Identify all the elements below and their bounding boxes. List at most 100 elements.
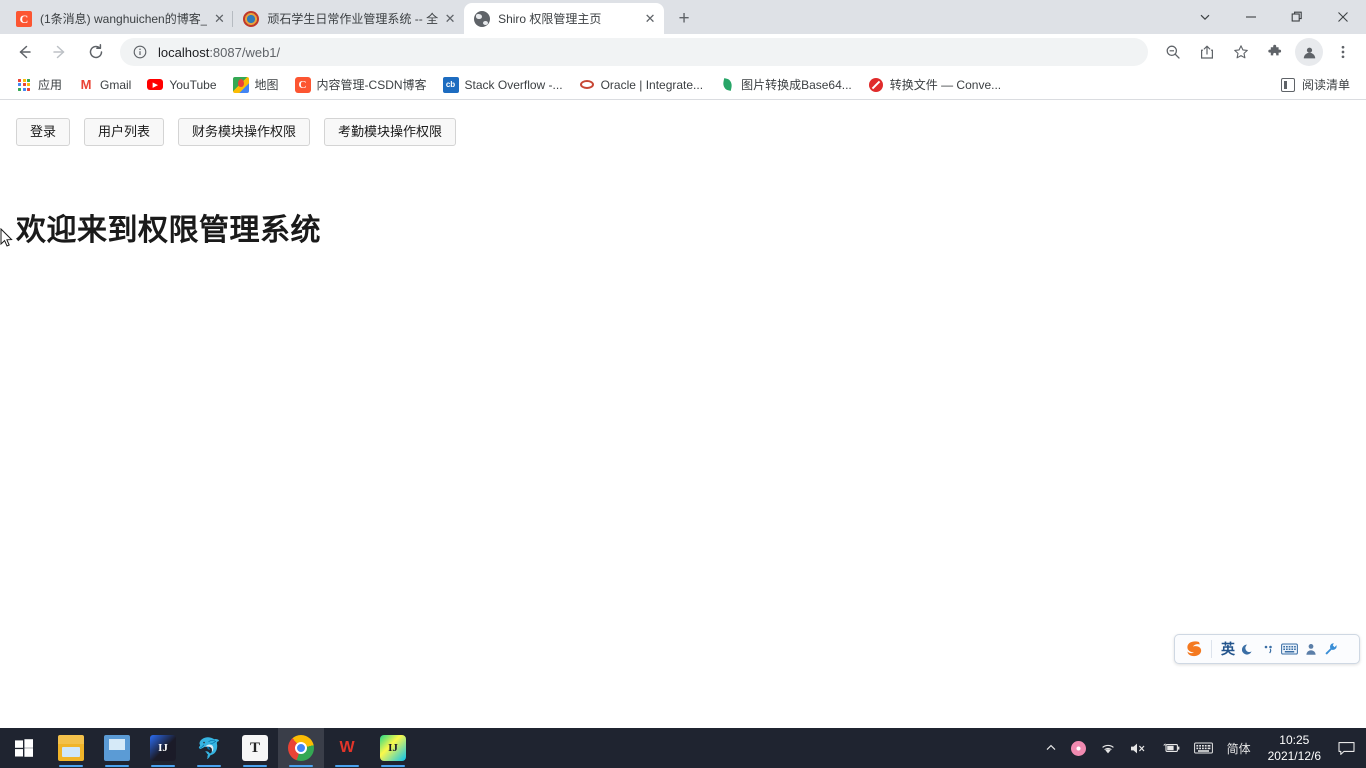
ime-mode-label[interactable]: 简体 xyxy=(1220,728,1258,768)
ring-icon xyxy=(243,10,260,27)
bookmark-csdn[interactable]: C 内容管理-CSDN博客 xyxy=(287,73,435,97)
bookmark-label: YouTube xyxy=(169,77,217,92)
tab-close-icon[interactable]: ✕ xyxy=(211,11,227,27)
bookmark-label: 图片转换成Base64... xyxy=(741,78,852,92)
profile-avatar-icon[interactable] xyxy=(1295,38,1323,66)
back-icon[interactable] xyxy=(9,37,39,67)
minimize-icon[interactable] xyxy=(1228,1,1274,33)
window-controls xyxy=(1182,0,1366,34)
clock-date: 2021/12/6 xyxy=(1267,749,1321,763)
sogou-ime-toolbar[interactable]: 英 xyxy=(1174,634,1360,664)
volume-muted-icon[interactable] xyxy=(1123,728,1154,768)
ime-mode-toggle[interactable]: 英 xyxy=(1218,638,1238,660)
tray-overflow-chevron-up-icon[interactable] xyxy=(1038,728,1064,768)
bookmarks-bar: 应用 M Gmail ▶ YouTube 地图 C 内容管理-CSDN博客 cb… xyxy=(0,70,1366,100)
bookmark-label: Stack Overflow -... xyxy=(464,77,563,92)
bookmark-gmail[interactable]: M Gmail xyxy=(70,73,139,97)
bookmark-oracle[interactable]: Oracle | Integrate... xyxy=(571,73,712,97)
bookmark-star-icon[interactable] xyxy=(1227,38,1255,66)
file-explorer-icon[interactable] xyxy=(48,728,94,768)
tab-title: (1条消息) wanghuichen的博客_ xyxy=(40,12,208,26)
bookmark-label: 转换文件 — Conve... xyxy=(889,78,1002,92)
typora-icon[interactable]: T xyxy=(232,728,278,768)
bookmark-label: Oracle | Integrate... xyxy=(600,77,704,92)
display-monitor-icon[interactable] xyxy=(94,728,140,768)
bookmark-label: Gmail xyxy=(100,77,132,92)
page-title: 欢迎来到权限管理系统 xyxy=(16,213,321,248)
globe-icon xyxy=(474,10,491,27)
navicat-icon[interactable]: 🐬 xyxy=(186,728,232,768)
action-button-row: 登录 用户列表 财务模块操作权限 考勤模块操作权限 xyxy=(16,118,470,146)
user-list-button[interactable]: 用户列表 xyxy=(84,118,165,146)
bookmark-label: 应用 xyxy=(38,78,63,92)
system-tray: 简体 10:25 2021/12/6 xyxy=(1038,728,1366,768)
close-icon[interactable] xyxy=(1320,1,1366,33)
attendance-module-permission-button[interactable]: 考勤模块操作权限 xyxy=(324,118,457,146)
windows-start-icon[interactable] xyxy=(0,728,48,768)
zoom-out-icon[interactable] xyxy=(1159,38,1187,66)
reading-list-label: 阅读清单 xyxy=(1301,78,1350,92)
share-icon[interactable] xyxy=(1193,38,1221,66)
bookmark-label: 内容管理-CSDN博客 xyxy=(316,78,427,92)
chrome-icon[interactable] xyxy=(278,728,324,768)
wps-office-icon[interactable]: W xyxy=(324,728,370,768)
tab-title: Shiro 权限管理主页 xyxy=(498,12,602,26)
url-host: localhost xyxy=(158,44,210,60)
info-circle-icon[interactable] xyxy=(132,44,148,60)
bookmark-youtube[interactable]: ▶ YouTube xyxy=(139,73,224,97)
soft-keyboard-icon[interactable] xyxy=(1278,638,1301,660)
leaf-icon xyxy=(719,77,735,93)
login-button[interactable]: 登录 xyxy=(16,118,71,146)
extensions-puzzle-icon[interactable] xyxy=(1261,38,1289,66)
new-tab-button[interactable]: + xyxy=(670,4,698,32)
browser-tab-3-active[interactable]: Shiro 权限管理主页 ✕ xyxy=(464,3,665,34)
sogou-logo-icon[interactable] xyxy=(1179,637,1209,661)
bookmark-stackoverflow[interactable]: cb Stack Overflow -... xyxy=(435,73,571,97)
browser-tab-2[interactable]: 顽石学生日常作业管理系统 -- 全 ✕ xyxy=(232,3,464,34)
reading-list-button[interactable]: 阅读清单 xyxy=(1272,73,1358,97)
maximize-restore-icon[interactable] xyxy=(1274,1,1320,33)
intellij-idea-icon[interactable]: IJ xyxy=(140,728,186,768)
reading-list-icon xyxy=(1280,77,1296,93)
tab-search-chevron-down-icon[interactable] xyxy=(1182,1,1228,33)
forward-icon[interactable] xyxy=(45,37,75,67)
apps-grid-icon xyxy=(16,77,32,93)
toolbar-actions xyxy=(1156,38,1360,66)
bookmark-maps[interactable]: 地图 xyxy=(225,73,287,97)
user-icon[interactable] xyxy=(1301,638,1321,660)
bookmark-convert[interactable]: 转换文件 — Conve... xyxy=(860,73,1009,97)
reload-icon[interactable] xyxy=(81,37,111,67)
moon-icon[interactable] xyxy=(1238,638,1258,660)
windows-taskbar: IJ 🐬 T W IJ 简体 10:25 2021/12/6 xyxy=(0,728,1366,768)
bookmark-apps[interactable]: 应用 xyxy=(8,73,70,97)
screen: C (1条消息) wanghuichen的博客_ ✕ 顽石学生日常作业管理系统 … xyxy=(0,0,1366,768)
clock-time: 10:25 xyxy=(1279,733,1310,747)
tab-strip: C (1条消息) wanghuichen的博客_ ✕ 顽石学生日常作业管理系统 … xyxy=(0,0,1366,34)
browser-tab-1[interactable]: C (1条消息) wanghuichen的博客_ ✕ xyxy=(6,3,233,34)
tab-close-icon[interactable]: ✕ xyxy=(442,11,458,27)
address-bar[interactable]: localhost:8087/web1/ xyxy=(120,38,1148,66)
wifi-icon[interactable] xyxy=(1093,728,1123,768)
gmail-icon: M xyxy=(80,77,92,92)
pycharm-icon[interactable]: IJ xyxy=(370,728,416,768)
browser-toolbar: localhost:8087/web1/ xyxy=(0,34,1366,70)
url-path: :8087/web1/ xyxy=(209,44,281,60)
convert-icon xyxy=(868,77,884,93)
punctuation-icon[interactable] xyxy=(1258,638,1278,660)
ime-separator xyxy=(1211,640,1212,658)
oracle-icon xyxy=(579,77,595,93)
notification-icon[interactable] xyxy=(1331,728,1362,768)
finance-module-permission-button[interactable]: 财务模块操作权限 xyxy=(178,118,311,146)
chrome-menu-icon[interactable] xyxy=(1329,38,1357,66)
sogou-flower-icon[interactable] xyxy=(1064,728,1093,768)
google-maps-icon xyxy=(232,76,249,93)
tab-title: 顽石学生日常作业管理系统 -- 全 xyxy=(267,12,439,26)
csdn-icon: C xyxy=(294,76,311,93)
bookmark-base64[interactable]: 图片转换成Base64... xyxy=(711,73,860,97)
battery-icon[interactable] xyxy=(1154,728,1187,768)
toolbox-wrench-icon[interactable] xyxy=(1321,638,1341,660)
keyboard-icon[interactable] xyxy=(1187,728,1220,768)
tab-close-icon[interactable]: ✕ xyxy=(642,11,658,27)
taskbar-clock[interactable]: 10:25 2021/12/6 xyxy=(1258,728,1331,768)
page-content: 登录 用户列表 财务模块操作权限 考勤模块操作权限 欢迎来到权限管理系统 xyxy=(0,101,1366,728)
